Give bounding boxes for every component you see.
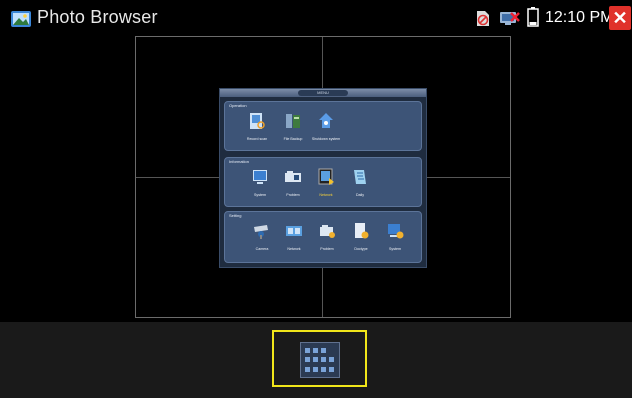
item-label: File Backup	[283, 137, 303, 141]
network-disconnected-icon	[500, 12, 520, 25]
group-label: Setting	[229, 213, 242, 218]
photo-item: Camera	[247, 222, 277, 251]
photo-group-operation: Operation Record scan File Backup Shutdo…	[224, 101, 422, 151]
item-label: System	[389, 247, 401, 251]
clock: 12:10 PM	[545, 9, 614, 26]
problem-icon	[285, 171, 301, 182]
photo-item: System	[380, 222, 410, 251]
problem-setting-icon	[320, 225, 335, 238]
app-title: Photo Browser	[37, 7, 158, 27]
photo-browser-icon	[11, 11, 31, 27]
photo-item: Problem	[278, 168, 308, 197]
displayed-photo: MENU Operation Record scan File Backup S…	[219, 88, 427, 268]
battery-icon	[527, 7, 539, 27]
shutdown-icon	[319, 113, 333, 128]
photo-menu-title: MENU	[298, 90, 348, 96]
photo-group-setting: Setting Camera Network Problem Doctype S…	[224, 211, 422, 263]
item-label: Network	[319, 193, 333, 197]
network-setting-icon	[286, 226, 302, 236]
item-label: Network	[287, 247, 301, 251]
item-label: Record scan	[246, 137, 268, 141]
grid-line	[136, 177, 219, 178]
photo-item: Network	[311, 168, 341, 197]
grid-line	[322, 268, 323, 317]
item-label: Doctype	[354, 247, 368, 251]
photo-item: Shutdown system	[311, 112, 341, 141]
grid-line	[427, 177, 510, 178]
photo-item: Network	[279, 222, 309, 251]
record-scan-icon	[250, 113, 265, 129]
photo-group-information: Information System Problem Network Daily	[224, 157, 422, 207]
file-backup-icon	[286, 114, 300, 128]
system-icon	[253, 170, 267, 184]
sd-card-disabled-icon	[477, 11, 489, 26]
close-icon: ✕	[612, 7, 628, 28]
photo-item: Problem	[312, 222, 342, 251]
daily-icon	[354, 170, 366, 184]
camera-icon	[254, 225, 268, 239]
close-button[interactable]: ✕	[609, 6, 631, 30]
photo-item: File Backup	[278, 112, 308, 141]
grid-line	[322, 37, 323, 88]
item-label: Shutdown system	[311, 137, 341, 141]
item-label: Daily	[356, 193, 364, 197]
system-setting-icon	[388, 224, 404, 239]
group-label: Information	[229, 159, 250, 164]
item-label: System	[254, 193, 266, 197]
group-label: Operation	[229, 103, 247, 108]
photo-item: Doctype	[346, 222, 376, 251]
item-label: Camera	[255, 247, 269, 251]
photo-menu-titlebar: MENU	[220, 89, 426, 97]
photo-item: Daily	[345, 168, 375, 197]
photo-item: Record scan	[242, 112, 272, 141]
item-label: Problem	[286, 193, 300, 197]
title-bar: Photo Browser 12:10 PM ✕	[0, 0, 632, 36]
thumbnail-image[interactable]	[300, 342, 340, 378]
network-icon	[318, 168, 334, 185]
photo-item: System	[245, 168, 275, 197]
doctype-icon	[355, 223, 369, 239]
item-label: Problem	[320, 247, 334, 251]
